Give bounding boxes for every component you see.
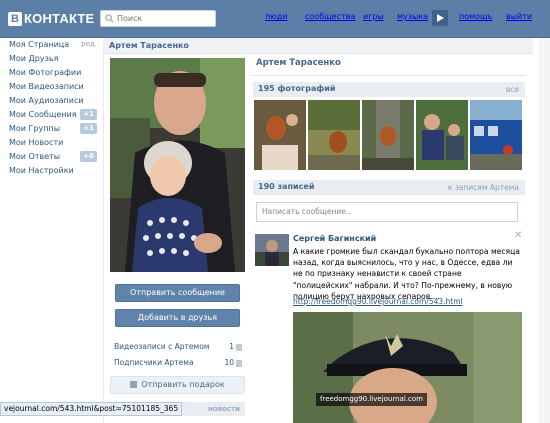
answers-badge: +6 xyxy=(80,151,97,162)
videos-with-user-link[interactable]: Видеозаписи с Артемом 1 xyxy=(114,342,242,354)
profile-photo[interactable] xyxy=(110,58,245,272)
subscribers-label: Подписчики Артема xyxy=(114,358,194,367)
photo-thumbnail[interactable] xyxy=(470,100,522,170)
all-photos-link[interactable]: все xyxy=(506,85,519,94)
add-friend-button[interactable]: Добавить в друзья xyxy=(115,309,240,327)
wall-posts-count[interactable]: 190 записей xyxy=(258,182,314,191)
people-icon xyxy=(236,360,242,367)
sidebar-item-label: Моя Страница xyxy=(9,40,70,49)
search-box[interactable] xyxy=(100,10,216,27)
photo-thumbnail[interactable] xyxy=(416,100,468,170)
browser-status-bar: vejournal.com/543.html&post=75101185_365 xyxy=(0,402,183,416)
page-title: Артем Тарасенко xyxy=(109,41,189,50)
send-gift-button[interactable]: Отправить подарок xyxy=(110,376,245,394)
send-message-button[interactable]: Отправить сообщение xyxy=(115,284,240,302)
logo-mark: В xyxy=(8,11,22,26)
photo-thumbnail[interactable] xyxy=(308,100,360,170)
wall-section-header[interactable]: 190 записей к записям Артема xyxy=(253,180,525,195)
play-icon xyxy=(437,14,444,22)
sidebar-item-answers[interactable]: Мои Ответы +6 xyxy=(7,150,99,163)
post-author-name[interactable]: Сергей Багинский xyxy=(293,234,376,243)
sidebar-item-groups[interactable]: Мои Группы +1 xyxy=(7,122,99,135)
videos-with-user-label: Видеозаписи с Артемом xyxy=(114,342,210,351)
photo-thumbnail[interactable] xyxy=(254,100,306,170)
page-title-bar: Артем Тарасенко xyxy=(103,38,533,54)
gift-icon xyxy=(130,381,138,388)
post-image[interactable] xyxy=(293,312,522,423)
sidebar-item-label: Мои Видеозаписи xyxy=(9,82,84,91)
nav-games[interactable]: игры xyxy=(363,12,384,21)
top-bar: В КОНТАКТЕ люди сообщества игры музыка п… xyxy=(0,0,550,38)
nav-help[interactable]: помощь xyxy=(459,12,492,21)
profile-photo-image xyxy=(110,58,245,272)
image-caption: freedomgg90.livejournal.com xyxy=(316,393,427,406)
edit-link[interactable]: ред. xyxy=(81,38,97,51)
page-scrollbar[interactable] xyxy=(538,38,550,423)
nav-logout[interactable]: выйти xyxy=(506,12,532,21)
audio-play-button[interactable] xyxy=(432,10,448,26)
close-icon[interactable]: ✕ xyxy=(514,230,522,241)
videos-count: 1 xyxy=(229,342,234,351)
search-input[interactable] xyxy=(117,12,213,25)
post-text: А какие громкие был скандал букально пол… xyxy=(293,247,520,301)
post-author-avatar[interactable] xyxy=(255,234,289,266)
photo-thumbnail[interactable] xyxy=(362,100,414,170)
sidebar-item-messages[interactable]: Мои Сообщения +1 xyxy=(7,108,99,121)
sidebar-item-news[interactable]: Мои Новости xyxy=(7,136,99,149)
post-link[interactable]: http://freedomgg90.livejournal.com/543.h… xyxy=(293,297,463,306)
sidebar-item-videos[interactable]: Мои Видеозаписи xyxy=(7,80,99,93)
sidebar-item-audio[interactable]: Мои Аудиозаписи xyxy=(7,94,99,107)
sidebar-item-label: Мои Друзья xyxy=(9,54,59,63)
sidebar-item-label: Мои Фотографии xyxy=(9,68,82,77)
sidebar-item-label: Мои Настройки xyxy=(9,166,74,175)
wall-post-input[interactable]: Написать сообщение.. xyxy=(256,202,518,222)
nav-communities[interactable]: сообщества xyxy=(305,12,355,21)
divider xyxy=(251,75,526,76)
search-icon xyxy=(105,14,114,23)
sidebar-item-label: Мои Сообщения xyxy=(9,110,77,119)
vk-logo[interactable]: В КОНТАКТЕ xyxy=(8,11,94,26)
sidebar-item-label: Мои Ответы xyxy=(9,152,61,161)
sidebar-item-my-page[interactable]: Моя Страница ред. xyxy=(7,38,99,51)
nav-people[interactable]: люди xyxy=(265,12,288,21)
sidebar-item-friends[interactable]: Мои Друзья xyxy=(7,52,99,65)
groups-badge: +1 xyxy=(80,123,97,134)
photos-section-header[interactable]: 195 фотографий все xyxy=(253,82,525,97)
sidebar-item-label: Мои Аудиозаписи xyxy=(9,96,84,105)
logo-text: КОНТАКТЕ xyxy=(24,11,95,26)
nav-music[interactable]: музыка xyxy=(397,12,428,21)
video-icon xyxy=(236,344,242,351)
sidebar-item-photos[interactable]: Мои Фотографии xyxy=(7,66,99,79)
subscribers-link[interactable]: Подписчики Артема 10 xyxy=(114,358,242,370)
sidebar-item-settings[interactable]: Мои Настройки xyxy=(7,164,99,177)
subscribers-count: 10 xyxy=(224,358,234,367)
sidebar-item-label: Мои Новости xyxy=(9,138,64,147)
photos-count[interactable]: 195 фотографий xyxy=(258,84,336,93)
messages-badge: +1 xyxy=(80,109,97,120)
sidebar-item-label: Мои Группы xyxy=(9,124,61,133)
send-gift-label: Отправить подарок xyxy=(141,380,225,389)
to-user-posts-link[interactable]: к записям Артема xyxy=(448,183,519,192)
profile-name: Артем Тарасенко xyxy=(256,58,341,68)
